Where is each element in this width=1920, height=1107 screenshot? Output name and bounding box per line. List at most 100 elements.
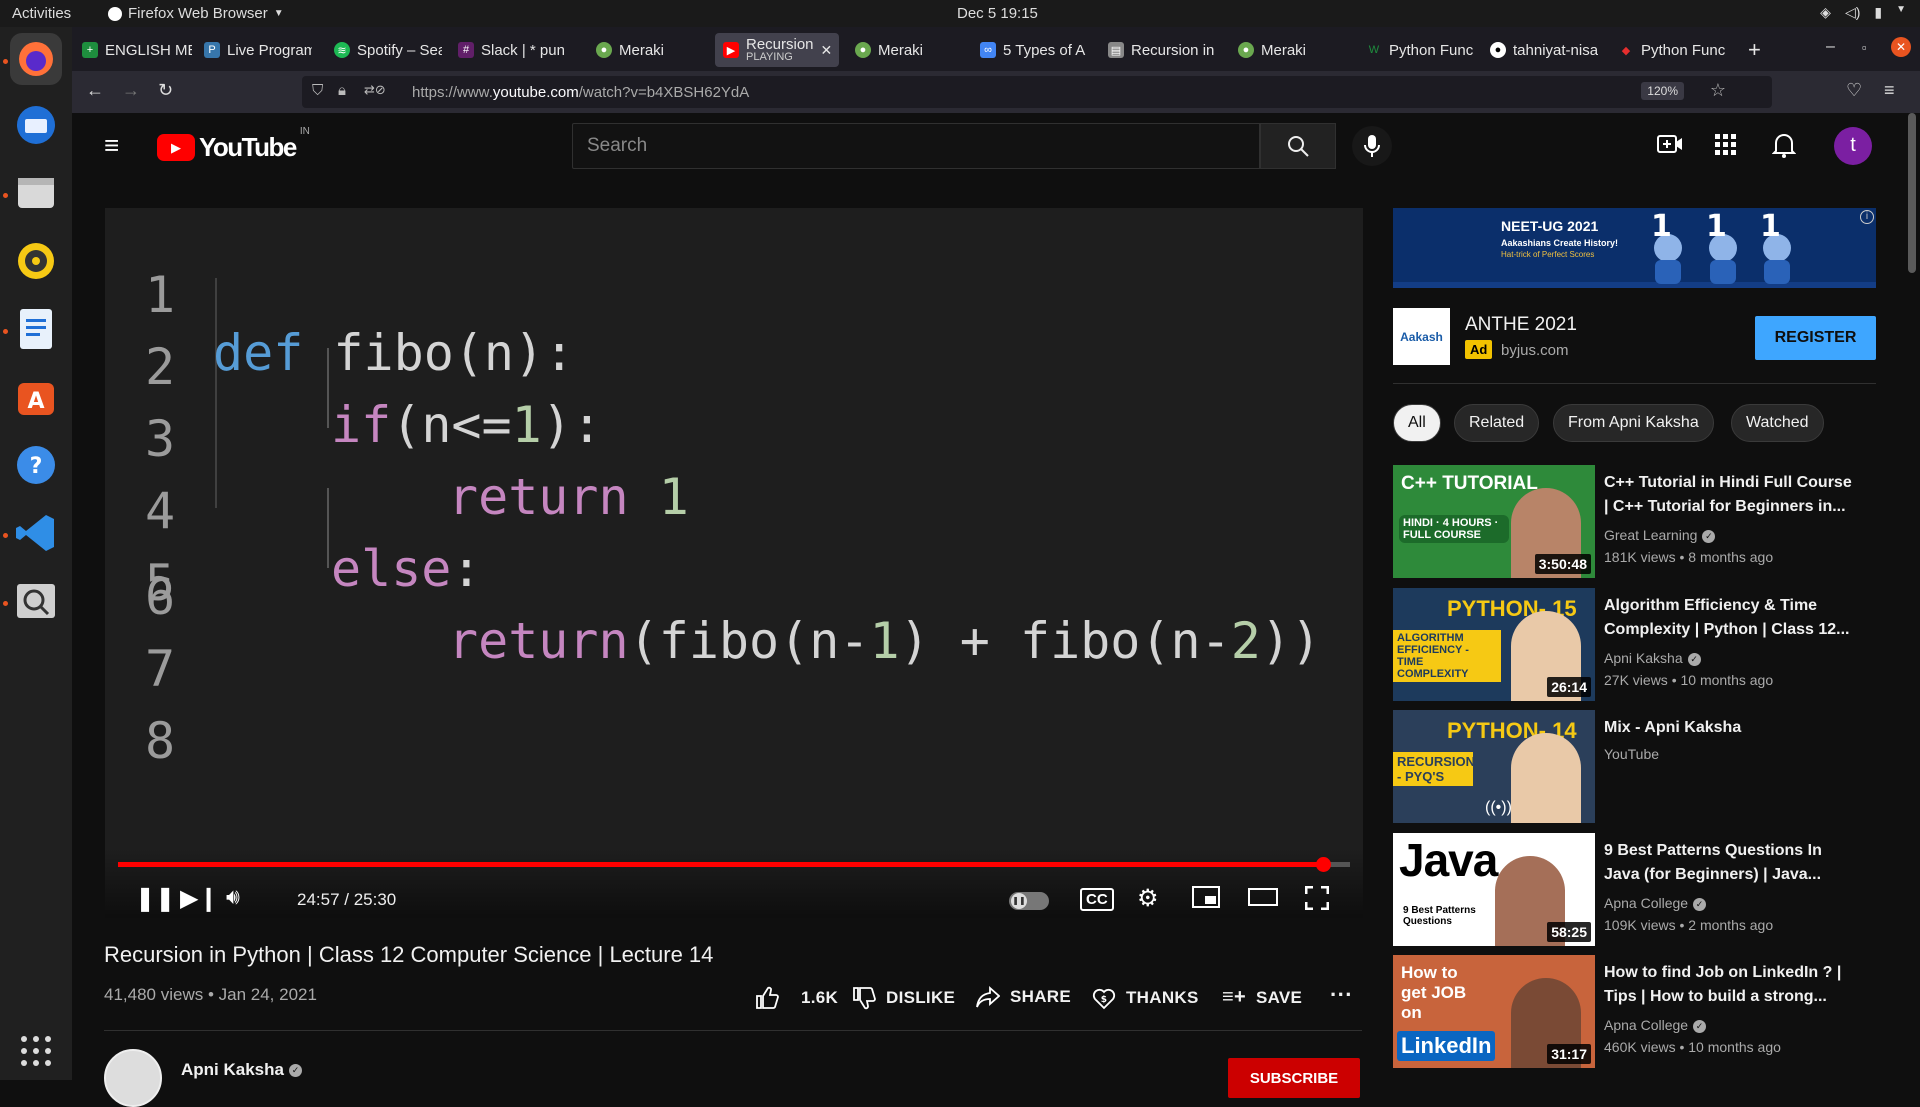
close-tab-icon[interactable]: ✕ bbox=[821, 42, 833, 59]
url-text[interactable]: https://www.youtube.com/watch?v=b4XBSH62… bbox=[412, 84, 749, 101]
lock-icon[interactable]: 🔒︎ bbox=[338, 82, 346, 99]
chip-related[interactable]: Related bbox=[1454, 404, 1540, 442]
progress-bar[interactable] bbox=[118, 857, 1350, 872]
close-window-icon[interactable]: ✕ bbox=[1891, 37, 1911, 57]
reload-icon[interactable]: ↻ bbox=[158, 80, 173, 101]
video-thumbnail[interactable]: C++ TUTORIAL HINDI · 4 HOURS · FULL COUR… bbox=[1393, 465, 1595, 578]
ad-card[interactable]: Aakash ANTHE 2021 Ad byjus.com REGISTER bbox=[1393, 306, 1876, 366]
new-tab-button[interactable]: + bbox=[1740, 33, 1772, 67]
tab[interactable]: # Slack | * pun bbox=[450, 33, 568, 67]
tab[interactable]: ● Meraki bbox=[1230, 33, 1330, 67]
channel-name-wrap[interactable]: Apni Kaksha ✓ bbox=[181, 1060, 302, 1080]
video-thumbnail[interactable]: How to get JOB on LinkedIn 31:17 bbox=[1393, 955, 1595, 1068]
chip-all[interactable]: All bbox=[1393, 404, 1441, 442]
video-thumbnail[interactable]: Java 9 Best Patterns Questions 58:25 bbox=[1393, 833, 1595, 946]
channel-avatar[interactable] bbox=[104, 1049, 162, 1107]
permissions-icon[interactable]: ⇄⊘ bbox=[364, 82, 386, 98]
activities-button[interactable]: Activities bbox=[12, 5, 71, 22]
zoom-indicator[interactable]: 120% bbox=[1641, 82, 1684, 100]
restore-icon[interactable]: ▫ bbox=[1862, 40, 1867, 55]
captions-icon[interactable]: CC bbox=[1080, 888, 1114, 911]
tab[interactable]: ◆ Python Func bbox=[1610, 33, 1726, 67]
rhythmbox-dock-icon[interactable] bbox=[10, 235, 62, 287]
channel-name: Apni Kaksha bbox=[181, 1060, 284, 1079]
video-thumbnail[interactable]: PYTHON- 14 RECURSION - PYQ'S ((•)) bbox=[1393, 710, 1595, 823]
forward-icon[interactable]: → bbox=[122, 80, 140, 101]
search-button[interactable] bbox=[1260, 123, 1336, 169]
files-dock-icon[interactable] bbox=[10, 167, 62, 219]
writer-dock-icon[interactable] bbox=[10, 303, 62, 355]
url-bar[interactable]: ⛉ 🔒︎ ⇄⊘ https://www.youtube.com/watch?v=… bbox=[302, 76, 1772, 108]
dislike-button[interactable]: DISLIKE bbox=[852, 986, 955, 1010]
tab-favicon: ● bbox=[855, 42, 871, 58]
save-button[interactable]: ≡+ SAVE bbox=[1222, 986, 1302, 1009]
ad-register-button[interactable]: REGISTER bbox=[1755, 316, 1876, 360]
tab-active[interactable]: ▶ Recursion PLAYING ✕ bbox=[715, 33, 839, 67]
clock[interactable]: Dec 5 19:15 bbox=[957, 5, 1038, 22]
tab[interactable]: ▤ Recursion in bbox=[1100, 33, 1216, 67]
firefox-dock-icon[interactable] bbox=[10, 33, 62, 85]
help-dock-icon[interactable]: ? bbox=[10, 439, 62, 491]
youtube-logo[interactable]: ▶ YouTube IN bbox=[157, 126, 310, 163]
ad-info-icon[interactable]: i bbox=[1860, 210, 1874, 224]
search-tool-dock-icon[interactable] bbox=[10, 575, 62, 627]
video-player[interactable]: 1 def fibo(n): 2 if(n<=1): 3 return 1 4 … bbox=[105, 208, 1363, 918]
url-prefix: https://www. bbox=[412, 84, 493, 101]
tab[interactable]: W Python Func bbox=[1358, 33, 1474, 67]
hamburger-menu-icon[interactable]: ≡ bbox=[104, 132, 119, 158]
tab[interactable]: P Live Program bbox=[196, 33, 312, 67]
pocket-icon[interactable]: ♡ bbox=[1846, 80, 1862, 101]
progress-scrubber[interactable] bbox=[1315, 857, 1331, 872]
system-tray[interactable]: ◈ ◁) ▮ ▼ bbox=[1820, 4, 1906, 21]
pause-icon[interactable]: ❚❚ bbox=[135, 884, 175, 913]
menu-icon[interactable]: ≡ bbox=[1884, 80, 1895, 101]
create-video-icon[interactable] bbox=[1657, 133, 1683, 160]
tab-favicon: P bbox=[204, 42, 220, 58]
page-scrollbar[interactable] bbox=[1908, 113, 1916, 273]
autoplay-toggle[interactable]: ❚❚ bbox=[1009, 892, 1049, 910]
share-button[interactable]: SHARE bbox=[976, 986, 1071, 1008]
thunderbird-dock-icon[interactable] bbox=[10, 99, 62, 151]
tab[interactable]: ∞ 5 Types of A bbox=[972, 33, 1088, 67]
vscode-dock-icon[interactable] bbox=[10, 507, 62, 559]
shield-icon[interactable]: ⛉ bbox=[312, 82, 323, 99]
recommended-mix[interactable]: PYTHON- 14 RECURSION - PYQ'S ((•)) Mix -… bbox=[1393, 710, 1876, 823]
apps-grid-icon[interactable] bbox=[1715, 134, 1737, 161]
settings-gear-icon[interactable]: ⚙ bbox=[1137, 884, 1159, 913]
recommended-video[interactable]: How to get JOB on LinkedIn 31:17 How to … bbox=[1393, 955, 1876, 1068]
video-thumbnail[interactable]: PYTHON- 15 ALGORITHM EFFICIENCY - TIME C… bbox=[1393, 588, 1595, 701]
search-input[interactable]: Search bbox=[572, 123, 1260, 169]
ad-banner[interactable]: 1 1 1 NEET-UG 2021 Aakashians Create His… bbox=[1393, 208, 1876, 288]
back-icon[interactable]: ← bbox=[86, 80, 104, 101]
code-text: if(n<=1): bbox=[331, 396, 602, 454]
app-menu[interactable]: Firefox Web Browser ▼ bbox=[108, 5, 284, 22]
fullscreen-icon[interactable] bbox=[1304, 885, 1330, 917]
chip-from-channel[interactable]: From Apni Kaksha bbox=[1553, 404, 1714, 442]
tab[interactable]: ● Meraki bbox=[847, 33, 947, 67]
more-actions-icon[interactable]: ··· bbox=[1330, 982, 1353, 1008]
tab-label: Spotify – Sea bbox=[357, 41, 442, 59]
recommended-video[interactable]: Java 9 Best Patterns Questions 58:25 9 B… bbox=[1393, 833, 1876, 946]
battery-icon: ▮ bbox=[1874, 4, 1883, 20]
tab[interactable]: ≋ Spotify – Sea bbox=[326, 33, 442, 67]
software-center-dock-icon[interactable]: A bbox=[10, 371, 62, 423]
miniplayer-icon[interactable] bbox=[1192, 886, 1220, 915]
volume-icon[interactable]: 🔊︎ bbox=[226, 884, 240, 910]
show-apps-icon[interactable] bbox=[10, 1025, 62, 1077]
notifications-bell-icon[interactable] bbox=[1771, 132, 1797, 163]
like-button[interactable]: 1.6K bbox=[755, 986, 838, 1010]
minimize-icon[interactable]: – bbox=[1826, 38, 1835, 56]
recommended-video[interactable]: PYTHON- 15 ALGORITHM EFFICIENCY - TIME C… bbox=[1393, 588, 1876, 701]
account-avatar[interactable]: t bbox=[1834, 127, 1872, 165]
tab[interactable]: ● tahniyat-nisa bbox=[1482, 33, 1598, 67]
chip-watched[interactable]: Watched bbox=[1731, 404, 1824, 442]
recommended-video[interactable]: C++ TUTORIAL HINDI · 4 HOURS · FULL COUR… bbox=[1393, 465, 1876, 578]
thanks-button[interactable]: $ THANKS bbox=[1092, 986, 1199, 1010]
tab[interactable]: ● Meraki bbox=[588, 33, 688, 67]
voice-search-button[interactable] bbox=[1352, 126, 1392, 166]
bookmark-star-icon[interactable]: ☆ bbox=[1710, 80, 1726, 101]
tab[interactable]: + ENGLISH ME bbox=[74, 33, 192, 67]
next-video-icon[interactable]: ▶❙ bbox=[180, 884, 219, 913]
theater-mode-icon[interactable] bbox=[1248, 886, 1278, 915]
subscribe-button[interactable]: SUBSCRIBE bbox=[1228, 1058, 1360, 1098]
